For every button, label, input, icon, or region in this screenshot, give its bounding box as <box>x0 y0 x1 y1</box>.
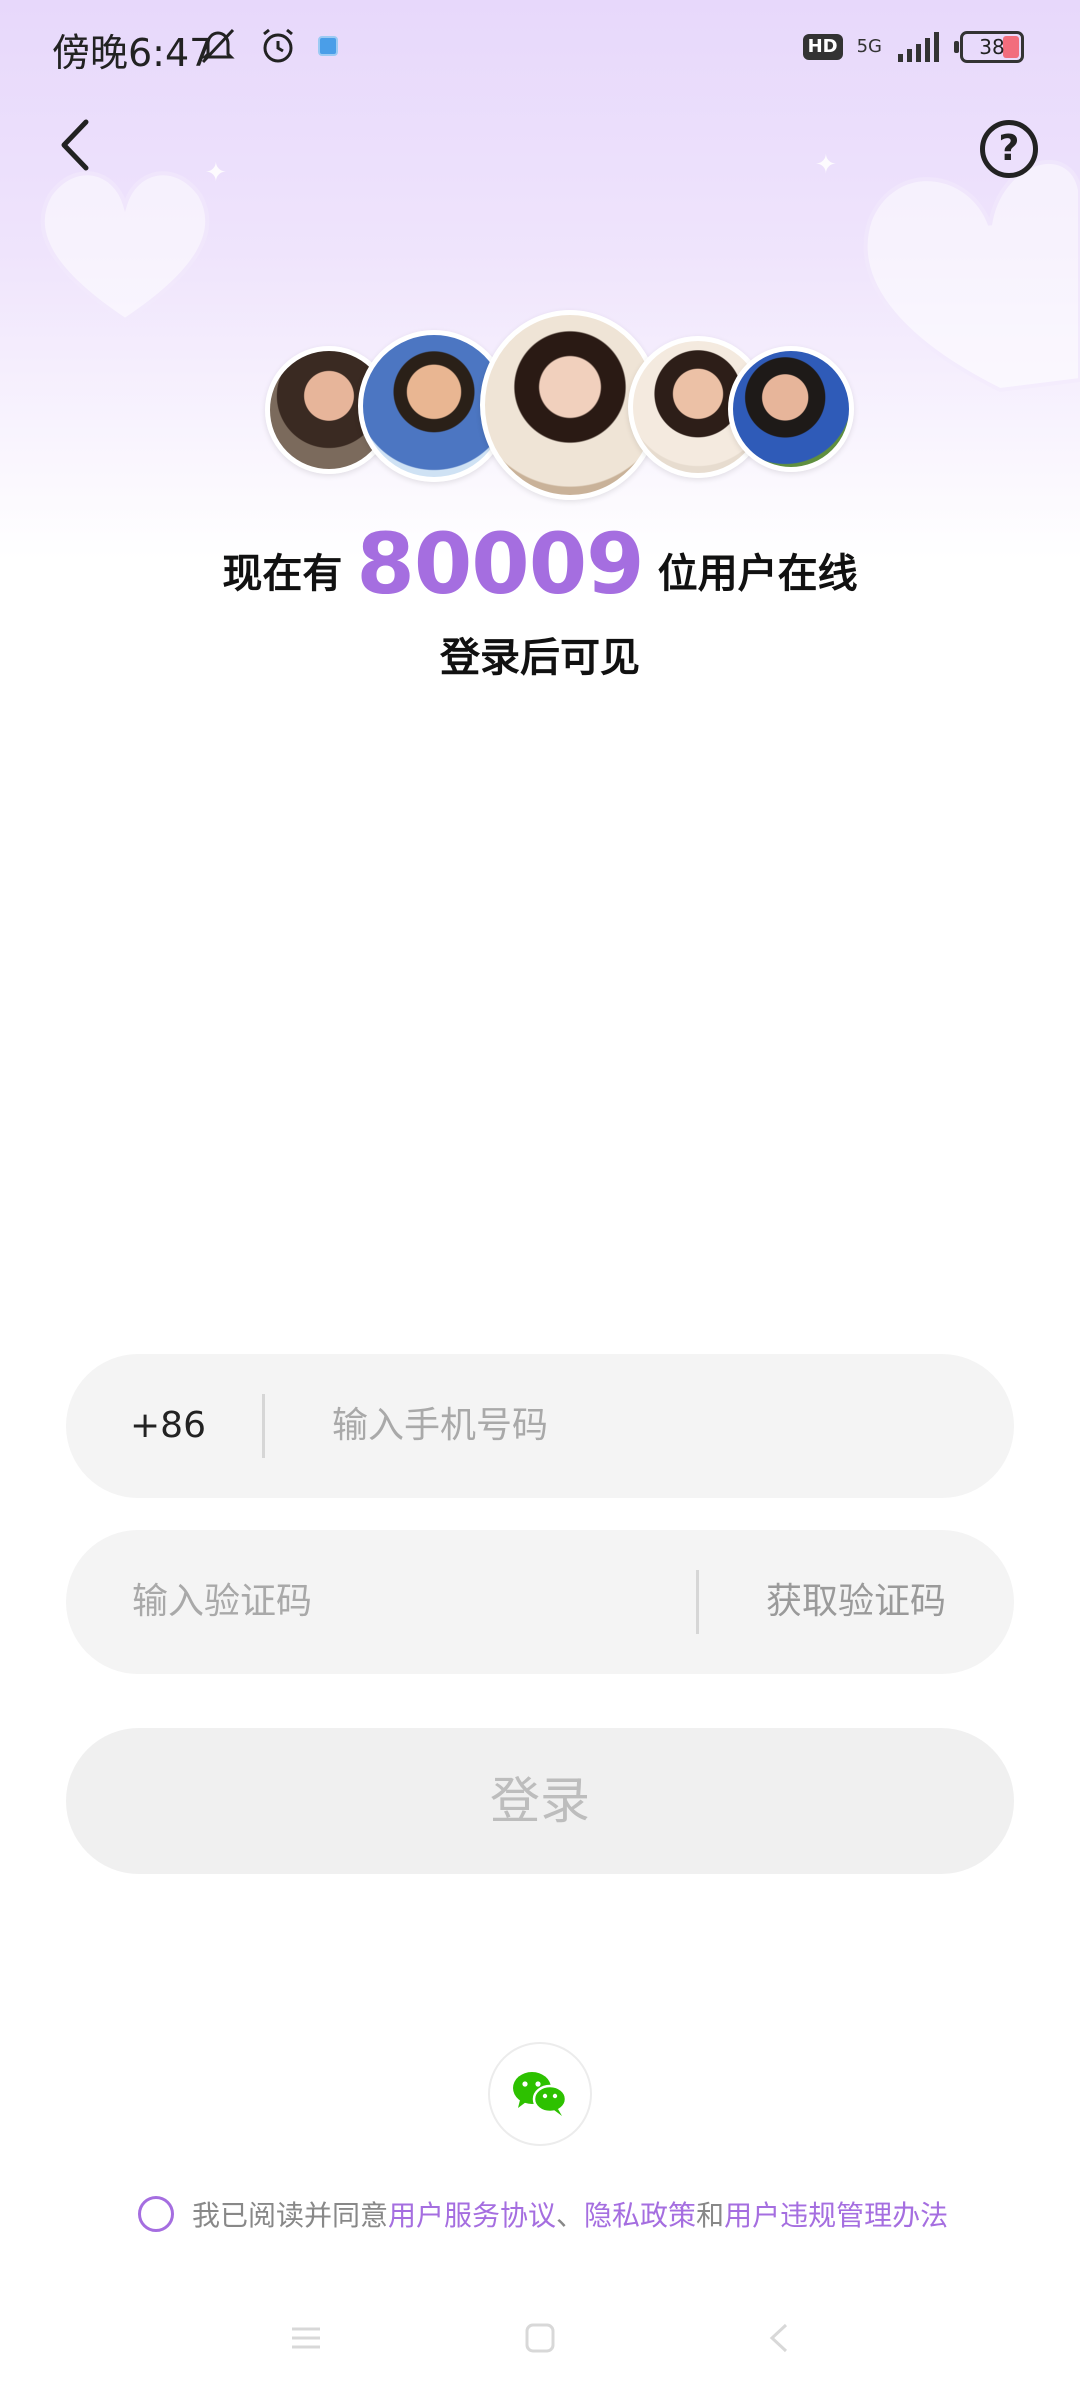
wechat-login-button[interactable] <box>488 2042 592 2146</box>
user-violation-rules-link[interactable]: 用户违规管理办法 <box>724 2194 948 2234</box>
sparkle-icon: ✦ <box>205 158 227 188</box>
help-button[interactable]: ? <box>980 120 1038 178</box>
code-input[interactable]: 输入验证码 <box>132 1530 312 1674</box>
login-button[interactable]: 登录 <box>66 1728 1014 1874</box>
status-right-group: HD 5G 38 <box>802 30 1024 64</box>
sparkle-icon: ✦ <box>815 150 837 180</box>
phone-input[interactable]: 输入手机号码 <box>332 1354 548 1498</box>
wechat-icon <box>513 2072 568 2116</box>
verification-code-field[interactable]: 输入验证码 获取验证码 <box>66 1530 1014 1674</box>
agreement-row: 我已阅读并同意 用户服务协议 、 隐私政策 和 用户违规管理办法 <box>138 2194 948 2234</box>
get-code-button[interactable]: 获取验证码 <box>766 1530 946 1674</box>
field-divider <box>262 1394 265 1458</box>
online-users-avatars <box>0 310 1080 510</box>
agreement-checkbox[interactable] <box>138 2196 174 2232</box>
system-nav-bar <box>0 2300 1080 2380</box>
country-code-selector[interactable]: +86 <box>130 1354 206 1498</box>
battery-indicator: 38 <box>954 31 1024 63</box>
online-prefix: 现在有 <box>222 551 343 597</box>
phone-field[interactable]: +86 输入手机号码 <box>66 1354 1014 1498</box>
agreement-prefix: 我已阅读并同意 <box>192 2199 389 2232</box>
hd-badge: HD <box>802 34 843 60</box>
alarm-clock-icon <box>263 28 293 63</box>
field-divider <box>696 1570 699 1634</box>
notification-app-icon <box>318 36 338 56</box>
status-bar: 傍晚6:47 HD 5G 38 <box>0 0 1080 100</box>
user-service-agreement-link[interactable]: 用户服务协议 <box>388 2194 556 2234</box>
back-button[interactable] <box>48 110 108 180</box>
status-time: 傍晚6:47 <box>52 31 214 75</box>
online-count: 80009 <box>356 515 644 613</box>
bell-muted-icon <box>201 28 235 64</box>
online-count-line: 现在有 80009 位用户在线 <box>0 515 1080 613</box>
agreement-separator: 和 <box>696 2199 725 2232</box>
online-suffix: 位用户在线 <box>657 551 858 597</box>
home-icon[interactable] <box>522 2320 558 2356</box>
privacy-policy-link[interactable]: 隐私政策 <box>584 2194 696 2234</box>
signal-icon <box>898 32 939 62</box>
back-nav-icon[interactable] <box>762 2320 798 2356</box>
avatar <box>728 346 854 472</box>
menu-icon[interactable] <box>288 2320 324 2356</box>
status-icons <box>198 26 338 66</box>
heart-decoration-left <box>40 171 210 323</box>
login-to-view-text: 登录后可见 <box>440 635 640 681</box>
network-type: 5G <box>856 36 882 57</box>
agreement-separator: 、 <box>556 2199 585 2232</box>
